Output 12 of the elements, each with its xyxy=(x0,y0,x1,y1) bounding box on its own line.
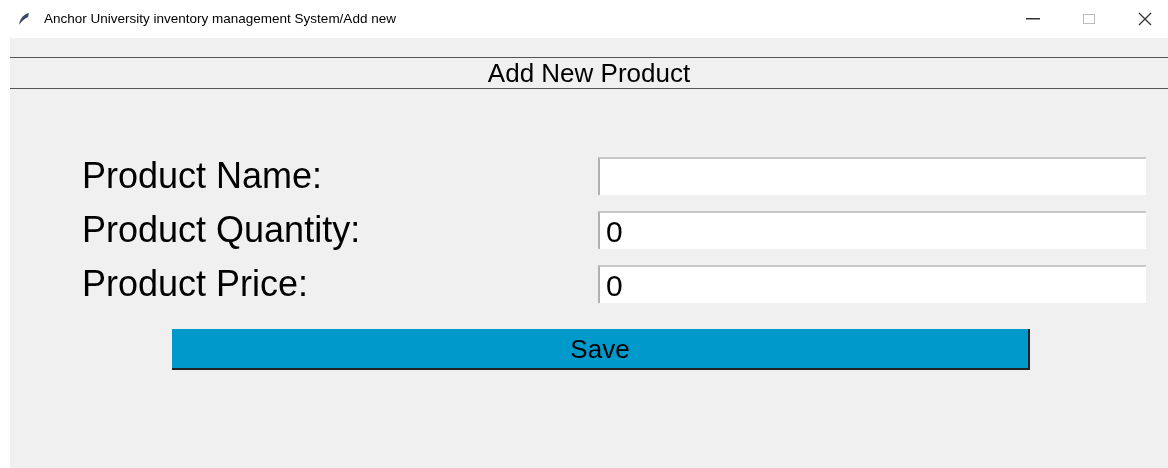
feather-icon xyxy=(18,12,30,26)
form-header: Add New Product xyxy=(10,57,1168,89)
field-label: Product Quantity: xyxy=(82,211,362,249)
minimize-icon[interactable] xyxy=(1026,18,1040,20)
field-label: Product Price: xyxy=(82,265,310,303)
input-field[interactable] xyxy=(598,157,1146,195)
window-title: Anchor University inventory management System/Add new xyxy=(44,9,396,28)
save-button[interactable]: Save xyxy=(172,329,1030,370)
input-field[interactable]: 0 xyxy=(598,265,1146,303)
input-field[interactable]: 0 xyxy=(598,211,1146,249)
close-icon[interactable] xyxy=(1138,12,1152,26)
field-label: Product Name: xyxy=(82,157,324,195)
